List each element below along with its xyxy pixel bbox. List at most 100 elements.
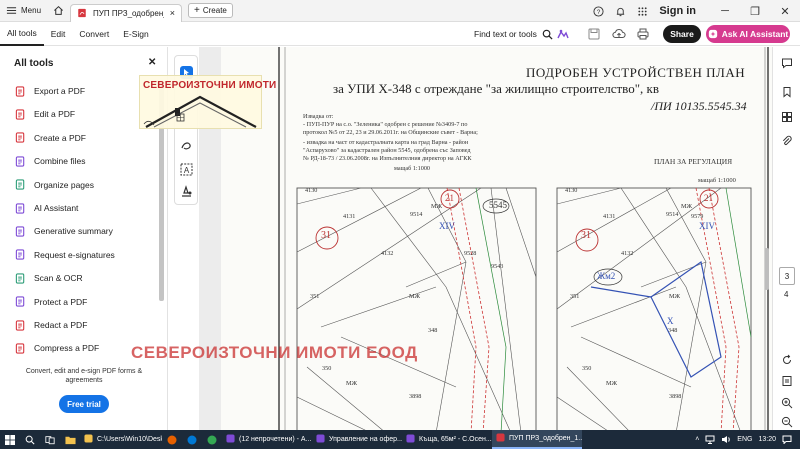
note-line: № РД-18-73 / 23.06.2008г. на Изпълнителн… [303,155,472,162]
taskbar-app[interactable]: Управление на офер... [312,430,402,449]
taskbar-folder-pin[interactable] [60,430,80,449]
create-button[interactable]: + Create [188,3,233,18]
customize-tools-icon[interactable] [556,27,570,41]
close-tab-icon[interactable]: × [170,8,175,18]
document-scrollbar[interactable] [765,248,769,290]
tool-organize-pages[interactable]: Organize pages [14,177,94,193]
taskbar-app[interactable]: Къща, 65м² - С.Осен... [402,430,492,449]
tool-export-pdf[interactable]: Export a PDF [14,83,85,99]
draw-tool-icon[interactable] [179,138,194,153]
free-trial-button[interactable]: Free trial [59,395,109,413]
note-line: - извадка на част от кадастралната карта… [303,139,469,146]
chevron-up-icon[interactable]: ˄ [695,436,699,443]
help-button[interactable]: ? [587,0,609,22]
chrome-pin[interactable] [202,430,222,449]
map-label: 9514 [666,211,679,218]
restore-icon: ❐ [750,5,760,18]
stamp-tool-icon[interactable] [179,184,194,199]
print-icon[interactable] [636,27,650,41]
sign-in-button[interactable]: Sign in [653,5,710,17]
task-view-icon [45,435,55,444]
task-view-button[interactable] [40,430,60,449]
bell-icon [616,7,624,16]
document-tab[interactable]: ПУП ПРЗ_одобрен_177... × [70,3,183,22]
zoom-out-icon[interactable] [781,416,793,428]
apps-button[interactable] [631,0,653,22]
taskbar-app[interactable]: (12 непрочетени) - А... [222,430,312,449]
volume-icon[interactable] [721,435,731,444]
svg-text:A: A [184,166,190,175]
request-esignatures-icon [14,249,26,261]
menu-button[interactable]: Menu [0,0,47,22]
tool-label: Organize pages [34,179,95,190]
input-language[interactable]: ENG [737,436,752,443]
tool-label: Combine files [34,156,86,167]
pdf-icon [496,433,505,444]
tool-generative-summary[interactable]: Generative summary [14,223,113,239]
notification-center-icon[interactable] [782,435,792,444]
tool-label: Scan & OCR [34,273,83,284]
note-line: мащаб 1:1000 [394,165,431,172]
folder-icon [84,434,93,445]
create-pdf-icon [14,132,26,144]
zoom-in-icon[interactable] [781,397,793,409]
thumbnails-icon[interactable] [781,111,793,123]
tab-esign[interactable]: E-Sign [116,22,156,46]
upload-cloud-icon[interactable] [612,27,626,41]
minimize-button[interactable]: ─ [710,0,740,22]
map-label: Жм2 [597,271,616,281]
maximize-button[interactable]: ❐ [740,0,770,22]
firefox-pin[interactable] [162,430,182,449]
fit-page-icon[interactable] [781,375,793,387]
find-text-button[interactable]: Find text or tools [474,22,553,46]
attachment-icon[interactable] [781,135,793,147]
tool-redact-pdf[interactable]: Redact a PDF [14,317,87,333]
tool-label: Export a PDF [34,86,86,96]
tool-scan-ocr[interactable]: Scan & OCR [14,270,83,286]
edge-pin[interactable] [182,430,202,449]
network-icon[interactable] [705,435,715,444]
clock-time[interactable]: 13:20 [758,436,776,443]
tool-request-esignatures[interactable]: Request e-signatures [14,247,115,263]
create-label: Create [202,6,227,15]
hamburger-icon [6,7,17,14]
tab-all-tools[interactable]: All tools [0,22,44,46]
home-icon [54,5,63,15]
ask-ai-label: Ask AI Assistant [721,29,789,39]
current-page-input[interactable]: 3 [779,267,795,285]
save-icon[interactable] [587,27,601,41]
tab-edit[interactable]: Edit [44,22,73,46]
rotate-icon[interactable] [781,354,793,366]
tool-create-pdf[interactable]: Create a PDF [14,130,86,146]
tool-ai-assistant[interactable]: AI Assistant [14,200,78,216]
map-label: 21 [704,193,713,203]
home-button[interactable] [47,0,70,22]
tab-convert[interactable]: Convert [72,22,116,46]
comment-icon[interactable] [781,57,793,69]
document-subtitle: за УПИ Х-348 с отреждане "за жилищно стр… [333,81,659,96]
map-label: 31 [581,230,591,241]
tool-combine-files[interactable]: Combine files [14,153,86,169]
tool-protect-pdf[interactable]: Protect a PDF [14,294,87,310]
ask-ai-assistant-button[interactable]: Ask AI Assistant [706,25,790,43]
map-label: 5545 [489,200,507,210]
map-label: 348 [428,327,438,334]
taskbar-app[interactable]: C:\Users\Win10\Desk... [80,430,162,449]
close-panel-icon[interactable]: ✕ [148,57,156,68]
note-line: протокол №5 от 22, 23 и 29.06.2011г. на … [303,129,478,136]
notifications-button[interactable] [609,0,631,22]
add-text-tool-icon[interactable]: A [179,162,194,177]
document-viewer[interactable]: ПОДРОБЕН УСТРОЙСТВЕН ПЛАН за УПИ Х-348 с… [199,47,772,430]
tool-compress-pdf[interactable]: Compress a PDF [14,340,99,356]
tool-edit-pdf[interactable]: Edit a PDF [14,106,75,122]
main-toolbar: All tools Edit Convert E-Sign Find text … [0,22,800,46]
firefox-icon [167,435,177,444]
bookmark-icon[interactable] [781,86,793,98]
close-window-button[interactable]: ✕ [770,0,800,22]
start-button[interactable] [0,430,20,449]
taskbar-app[interactable]: ПУП ПРЗ_одобрен_1... [492,430,582,449]
search-icon [542,29,553,40]
share-button[interactable]: Share [663,25,701,43]
menu-label: Menu [21,6,42,15]
taskbar-search-button[interactable] [20,430,40,449]
